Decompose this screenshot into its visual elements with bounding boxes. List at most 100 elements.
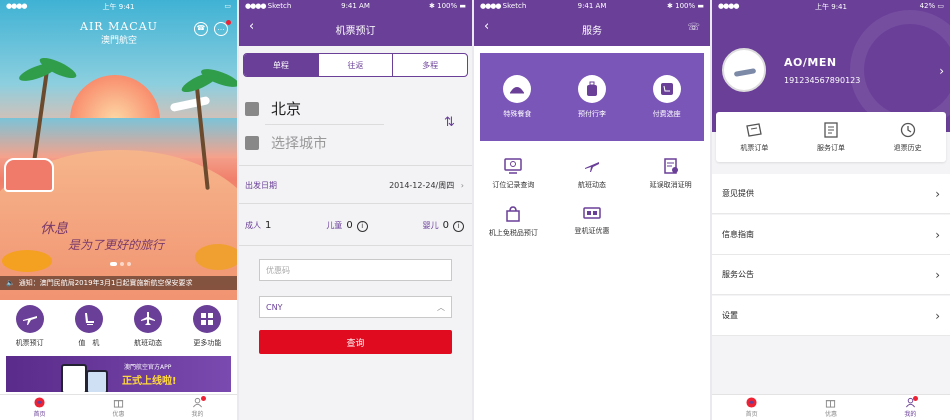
currency-value: CNY xyxy=(266,302,283,312)
menu-settings[interactable]: 设置 › xyxy=(712,296,950,336)
search-button[interactable]: 查询 xyxy=(259,330,452,354)
phone-illustration xyxy=(61,364,87,392)
service-special-meal[interactable]: 特殊餐食 xyxy=(503,75,532,119)
infant-count[interactable]: 婴儿 0 i xyxy=(423,220,464,232)
divider xyxy=(239,245,472,246)
ticket-orders[interactable]: 机票订单 xyxy=(740,122,768,153)
swap-cities-icon[interactable]: ⇅ xyxy=(444,115,455,130)
from-city: 北京 xyxy=(271,100,302,118)
nav-bar: ‹ 机票预订 xyxy=(239,12,472,46)
tab-bar: 首页 优惠 我的 xyxy=(712,394,950,420)
refund-history[interactable]: 退票历史 xyxy=(894,122,922,153)
promo-code-input[interactable]: 优惠码 xyxy=(259,259,452,281)
air-macau-logo: AIR MACAU 澳門航空 xyxy=(80,20,158,46)
quick-actions: 机票预订 值 机 航班动态 更多功能 xyxy=(0,305,237,348)
phone-call-icon[interactable]: ☏ xyxy=(687,22,700,33)
segment-multi-city[interactable]: 多程 xyxy=(393,54,467,76)
service-prepaid-baggage[interactable]: 预付行李 xyxy=(577,75,606,119)
quick-label: 机票预订 xyxy=(15,339,44,347)
notice-text: 通知：澳門民航局2019年3月1日起實施新航空保安要求 xyxy=(18,279,193,287)
service-order-icon xyxy=(824,121,838,138)
chevron-right-icon: › xyxy=(935,186,940,201)
avatar[interactable] xyxy=(722,48,766,92)
menu-label: 信息指南 xyxy=(722,230,754,239)
back-icon[interactable]: ‹ xyxy=(484,19,489,34)
boardingpass-icon xyxy=(583,207,601,219)
service-label: 特殊餐食 xyxy=(503,110,532,118)
meal-icon xyxy=(503,75,532,103)
banner-small-text: 澳門航空官方APP xyxy=(124,364,172,371)
from-city-row[interactable]: 北京 xyxy=(245,98,301,119)
tab-label: 我的 xyxy=(904,411,917,418)
tab-offers[interactable]: 优惠 xyxy=(112,397,125,418)
service-label: 机上免税品预订 xyxy=(488,229,538,237)
child-count[interactable]: 儿童 0 i xyxy=(326,220,368,232)
quick-flight-status[interactable]: 航班动态 xyxy=(134,305,163,348)
status-bar: ●●●● Sketch 9:41 AM ✱ 100% ▬ xyxy=(239,0,472,12)
service-flight-status[interactable]: 航班动态 xyxy=(553,158,632,190)
customer-service-icon[interactable]: ☎ xyxy=(194,22,208,36)
hero-banner[interactable]: ●●●● 上午 9:41 ▭ AIR MACAU 澳門航空 ☎ … 休息 是为了… xyxy=(0,0,237,300)
quick-label: 航班动态 xyxy=(134,339,163,347)
adult-count[interactable]: 成人 1 xyxy=(245,220,271,232)
menu-info-guide[interactable]: 信息指南 › xyxy=(712,215,950,255)
tab-badge xyxy=(913,396,919,401)
tab-home[interactable]: 首页 xyxy=(33,397,46,418)
menu-announcements[interactable]: 服务公告 › xyxy=(712,255,950,295)
child-label: 儿童 xyxy=(326,221,343,230)
booking-screen: ●●●● Sketch 9:41 AM ✱ 100% ▬ ‹ 机票预订 单程 往… xyxy=(239,0,472,420)
service-label: 订位记录查询 xyxy=(492,181,535,189)
service-boarding-pass[interactable]: 登机证优惠 xyxy=(553,206,632,238)
service-record-query[interactable]: 订位记录查询 xyxy=(474,158,553,190)
tab-label: 优惠 xyxy=(824,411,837,418)
back-icon[interactable]: ‹ xyxy=(249,19,254,34)
service-screen: ●●●● Sketch 9:41 AM ✱ 100% ▬ ‹ 服务 ☏ 特殊餐食… xyxy=(474,0,710,420)
luggage-icon xyxy=(577,75,606,103)
status-time: 上午 9:41 xyxy=(102,3,135,11)
tab-home[interactable]: 首页 xyxy=(746,397,758,418)
info-icon[interactable]: i xyxy=(356,221,368,232)
chevron-up-icon: ︿ xyxy=(437,302,445,312)
currency-select[interactable]: CNY ︿ xyxy=(259,296,452,318)
quick-checkin[interactable]: 值 机 xyxy=(74,305,103,348)
quick-book-ticket[interactable]: 机票预订 xyxy=(15,305,44,348)
notice-bar[interactable]: 🔈 通知：澳門民航局2019年3月1日起實施新航空保安要求 xyxy=(0,276,237,290)
tab-offers[interactable]: 优惠 xyxy=(825,397,837,418)
service-label: 登机证优惠 xyxy=(574,227,610,235)
card-label: 机票订单 xyxy=(740,143,769,152)
chevron-right-icon[interactable]: › xyxy=(939,64,944,78)
quick-more[interactable]: 更多功能 xyxy=(193,305,222,348)
featured-services: 特殊餐食 预付行李 付费选座 xyxy=(480,53,704,141)
service-duty-free[interactable]: 机上免税品预订 xyxy=(474,206,553,238)
divider xyxy=(239,165,472,166)
infant-label: 婴儿 xyxy=(422,221,439,230)
date-row[interactable]: 出发日期 2014-12-24/周四 › xyxy=(245,180,464,191)
user-id: 191234567890123 xyxy=(784,76,861,85)
tab-mine[interactable]: 我的 xyxy=(904,396,919,418)
segment-one-way[interactable]: 单程 xyxy=(244,54,319,76)
status-bar: ●●●● 上午 9:41 ▭ xyxy=(0,0,237,12)
menu-feedback[interactable]: 意见提供 › xyxy=(712,174,950,214)
app-launch-banner[interactable]: 澳門航空官方APP 正式上线啦! xyxy=(6,356,231,392)
tab-mine[interactable]: 我的 xyxy=(191,396,206,418)
gift-icon xyxy=(826,400,836,408)
service-label: 付费选座 xyxy=(652,110,681,118)
service-delay-certificate[interactable]: 延误取消证明 xyxy=(631,158,710,190)
menu-label: 意见提供 xyxy=(722,189,754,198)
dutyfree-icon xyxy=(506,206,521,222)
infant-number: 0 xyxy=(442,220,449,231)
adult-number: 1 xyxy=(265,220,272,231)
to-city-row[interactable]: 选择城市 xyxy=(245,133,327,153)
service-paid-seat[interactable]: 付费选座 xyxy=(652,75,681,119)
trip-type-selector: 单程 往返 多程 xyxy=(243,53,468,77)
message-badge xyxy=(226,20,231,25)
segment-round-trip[interactable]: 往返 xyxy=(319,54,394,76)
arrival-icon xyxy=(245,136,259,150)
status-time: 9:41 AM xyxy=(341,2,370,10)
service-orders[interactable]: 服务订单 xyxy=(817,121,845,153)
grid-icon xyxy=(193,305,222,333)
screens-collage: ●●●● 上午 9:41 ▭ AIR MACAU 澳門航空 ☎ … 休息 是为了… xyxy=(0,0,950,420)
carousel-indicator[interactable] xyxy=(110,262,131,266)
adult-label: 成人 xyxy=(245,221,261,230)
info-icon[interactable]: i xyxy=(453,221,464,232)
